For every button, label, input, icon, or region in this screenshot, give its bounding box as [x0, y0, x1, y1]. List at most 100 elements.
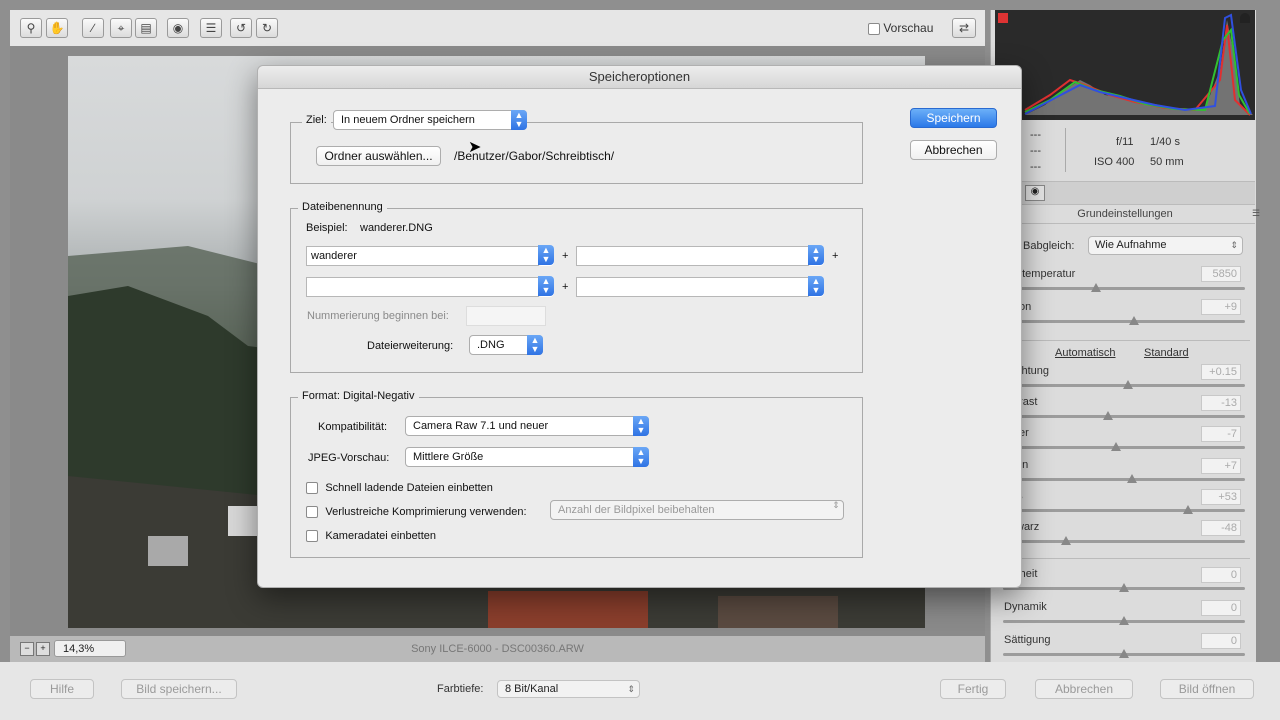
save-image-button[interactable]: Bild speichern... — [121, 679, 237, 699]
vibrance-slider[interactable] — [1003, 616, 1245, 625]
chevron-updown-icon: ⇕ — [832, 500, 840, 510]
highlights-slider[interactable] — [1003, 442, 1245, 451]
contrast-slider[interactable] — [1003, 411, 1245, 420]
extension-select[interactable]: .DNG ▲ ▼ — [469, 335, 543, 355]
temp-knob[interactable] — [1091, 283, 1101, 292]
contrast-knob[interactable] — [1103, 411, 1113, 420]
whites-value[interactable]: +53 — [1201, 489, 1241, 505]
jpeg-preview-label: JPEG-Vorschau: — [308, 452, 390, 464]
presets-button[interactable]: ☰ — [200, 18, 222, 38]
highlights-knob[interactable] — [1111, 442, 1121, 451]
fullscreen-button[interactable]: ⇄ — [952, 18, 976, 38]
hand-tool-button[interactable]: ✋ — [46, 18, 68, 38]
name-field-4-menu[interactable]: ▲ ▼ — [808, 276, 824, 297]
done-button[interactable]: Fertig — [940, 679, 1006, 699]
format-value[interactable]: Digital-Negativ — [343, 390, 415, 402]
depth-select[interactable]: 8 Bit/Kanal ⇕ — [497, 680, 640, 698]
choose-folder-button[interactable]: Ordner auswählen... — [316, 146, 441, 166]
cancel-button[interactable]: Abbrechen — [910, 140, 997, 160]
lossy-checkbox[interactable] — [306, 505, 318, 518]
name-field-2[interactable] — [576, 246, 809, 266]
info-dash-3: --- — [1030, 161, 1041, 173]
chevron-updown-icon: ⇕ — [627, 684, 635, 694]
rotate-left-button[interactable]: ↺ — [230, 18, 252, 38]
saturation-slider[interactable] — [1003, 649, 1245, 658]
cancel-main-button[interactable]: Abbrechen — [1035, 679, 1133, 699]
lossy-select[interactable]: Anzahl der Bildpixel beibehalten ⇕ — [550, 500, 844, 520]
whites-slider[interactable] — [1003, 505, 1245, 514]
clarity-knob[interactable] — [1119, 583, 1129, 592]
vibrance-value[interactable]: 0 — [1201, 600, 1241, 616]
highlight-clipping-icon[interactable] — [1240, 13, 1250, 23]
help-button[interactable]: Hilfe — [30, 679, 94, 699]
compat-value: Camera Raw 7.1 und neuer — [413, 420, 549, 432]
lossy-option[interactable]: Verlustreiche Komprimierung verwenden: — [306, 504, 527, 518]
presets-icon: ☰ — [205, 21, 217, 35]
jpeg-preview-select[interactable]: Mittlere Größe ▲ ▼ — [405, 447, 649, 467]
contrast-value[interactable]: -13 — [1201, 395, 1241, 411]
wb-select[interactable]: Wie Aufnahme ⇕ — [1088, 236, 1243, 255]
tab-camera-icon[interactable]: ◉ — [1025, 185, 1045, 201]
zoom-tool-button[interactable]: ⚲ — [20, 18, 42, 38]
name-field-3-menu[interactable]: ▲ ▼ — [538, 276, 554, 297]
extension-label: Dateierweiterung: — [367, 340, 454, 352]
example-label: Beispiel: — [306, 222, 348, 234]
name-field-1[interactable]: wanderer — [306, 246, 539, 266]
blacks-knob[interactable] — [1061, 536, 1071, 545]
save-button[interactable]: Speichern — [910, 108, 997, 128]
panel-menu-icon[interactable]: ☰ — [1252, 208, 1260, 219]
name-field-1-menu[interactable]: ▲ ▼ — [538, 245, 554, 266]
saturation-knob[interactable] — [1119, 649, 1129, 658]
exposure-knob[interactable] — [1123, 380, 1133, 389]
shadows-slider[interactable] — [1003, 474, 1245, 483]
name-field-2-menu[interactable]: ▲ ▼ — [808, 245, 824, 266]
crop-tool-button[interactable]: ⌖ — [110, 18, 132, 38]
fastload-checkbox[interactable] — [306, 481, 318, 494]
exposure-slider[interactable] — [1003, 380, 1245, 389]
rotate-right-icon: ↻ — [261, 21, 273, 35]
preview-checkbox[interactable] — [868, 22, 880, 35]
chevron-updown-icon: ▲ ▼ — [633, 416, 649, 436]
tint-value[interactable]: +9 — [1201, 299, 1241, 315]
eyedropper-tool-button[interactable]: ∕ — [82, 18, 104, 38]
tint-slider[interactable] — [1003, 316, 1245, 325]
hand-icon: ✋ — [49, 21, 65, 35]
shadows-knob[interactable] — [1127, 474, 1137, 483]
compat-select[interactable]: Camera Raw 7.1 und neuer ▲ ▼ — [405, 416, 649, 436]
fastload-option[interactable]: Schnell ladende Dateien einbetten — [306, 480, 493, 494]
blacks-value[interactable]: -48 — [1201, 520, 1241, 536]
top-toolbar: ⚲ ✋ ∕ ⌖ ▤ ◉ ☰ ↺ ↻ Vorschau ⇄ — [10, 10, 985, 47]
rotate-right-button[interactable]: ↻ — [256, 18, 278, 38]
temp-value[interactable]: 5850 — [1201, 266, 1241, 282]
auto-link[interactable]: Automatisch — [1055, 347, 1116, 359]
straighten-tool-button[interactable]: ▤ — [135, 18, 157, 38]
plus-sign: + — [832, 250, 839, 262]
plus-sign: + — [562, 281, 569, 293]
name-field-4[interactable] — [576, 277, 809, 297]
embed-raw-checkbox[interactable] — [306, 529, 318, 542]
default-link[interactable]: Standard — [1144, 347, 1189, 359]
shadows-value[interactable]: +7 — [1201, 458, 1241, 474]
saturation-value[interactable]: 0 — [1201, 633, 1241, 649]
temp-slider[interactable] — [1003, 283, 1245, 292]
exposure-value[interactable]: +0.15 — [1201, 364, 1241, 380]
embed-raw-option[interactable]: Kameradatei einbetten — [306, 528, 436, 542]
blacks-slider[interactable] — [1003, 536, 1245, 545]
open-image-button[interactable]: Bild öffnen — [1160, 679, 1254, 699]
vibrance-knob[interactable] — [1119, 616, 1129, 625]
whites-knob[interactable] — [1183, 505, 1193, 514]
numbering-field[interactable] — [466, 306, 546, 326]
shadow-clipping-icon[interactable] — [998, 13, 1008, 23]
clarity-value[interactable]: 0 — [1201, 567, 1241, 583]
redeye-tool-button[interactable]: ◉ — [167, 18, 189, 38]
target-select[interactable]: In neuem Ordner speichern ▲ ▼ — [333, 110, 527, 130]
clarity-slider[interactable] — [1003, 583, 1245, 592]
target-label: Ziel: — [302, 114, 331, 126]
histogram — [995, 10, 1255, 120]
plus-sign: + — [562, 250, 569, 262]
fastload-label: Schnell ladende Dateien einbetten — [325, 482, 493, 494]
tint-knob[interactable] — [1129, 316, 1139, 325]
highlights-value[interactable]: -7 — [1201, 426, 1241, 442]
name-field-3[interactable] — [306, 277, 539, 297]
preview-toggle[interactable]: Vorschau — [868, 21, 933, 35]
